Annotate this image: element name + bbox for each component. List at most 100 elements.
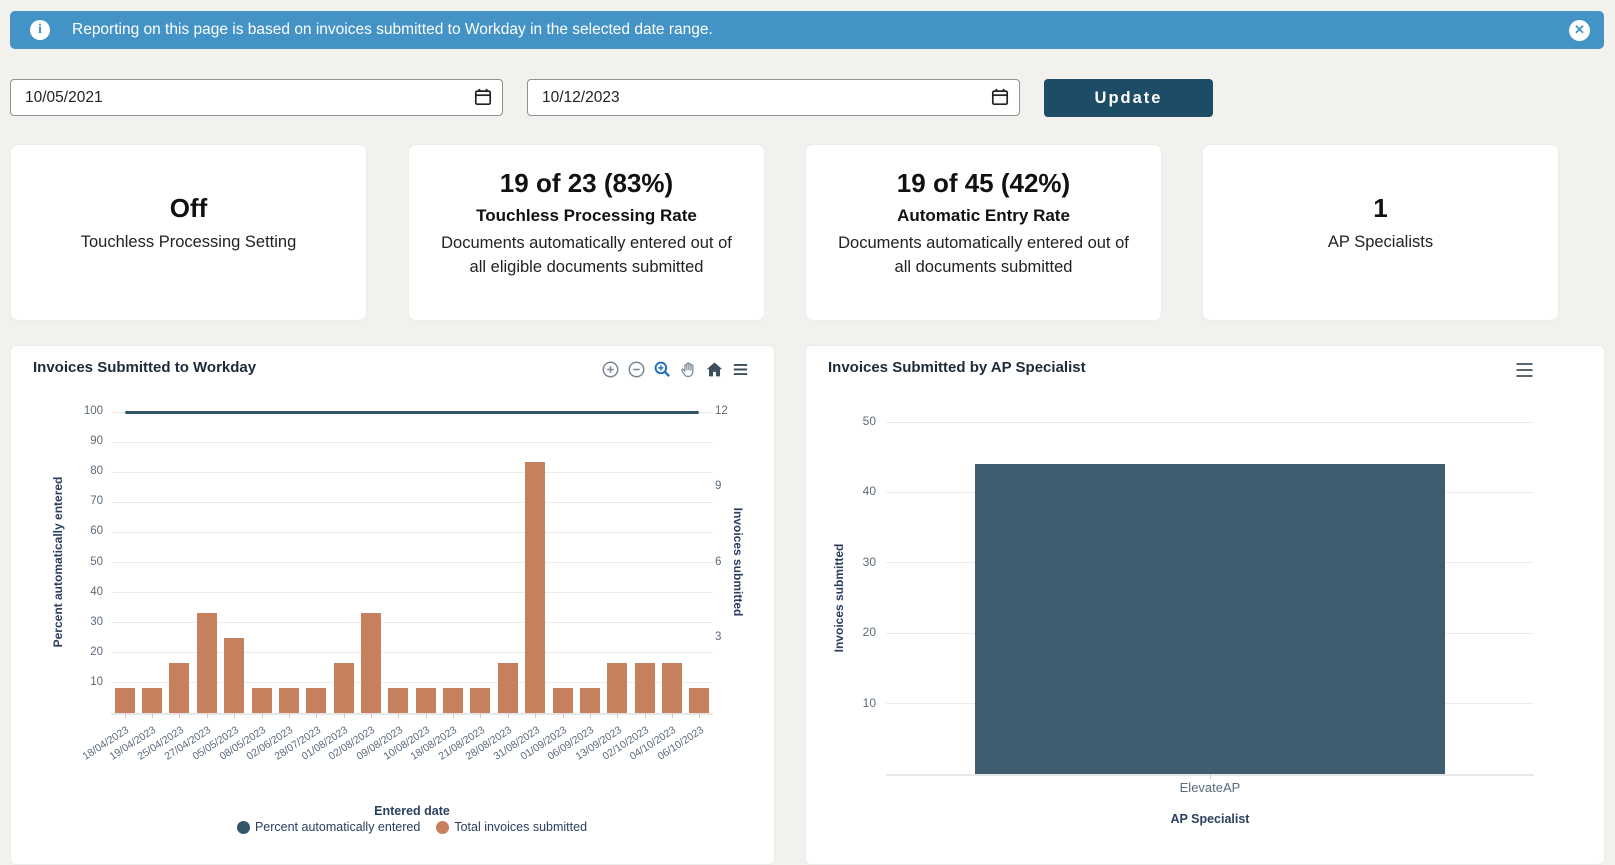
ap-plot[interactable]	[886, 421, 1534, 779]
end-date-input[interactable]	[527, 79, 1020, 116]
x-tick-mark	[699, 713, 701, 718]
invoice-bar[interactable]	[388, 687, 409, 713]
update-button[interactable]: Update	[1044, 79, 1213, 117]
category-label: ElevateAP	[1179, 780, 1241, 795]
x-tick-mark	[507, 713, 509, 718]
x-tick-mark	[480, 713, 482, 718]
gridline	[886, 421, 1534, 423]
stat-value: 19 of 45 (42%)	[896, 168, 1071, 199]
stat-value: 19 of 23 (83%)	[499, 168, 674, 199]
calendar-icon[interactable]	[991, 88, 1009, 106]
invoices-submitted-chart-card: Invoices Submitted to Workday Percent au…	[10, 345, 775, 865]
invoice-bar[interactable]	[251, 687, 272, 713]
x-tick-mark	[425, 713, 427, 718]
gridline	[111, 501, 713, 503]
right-axis-ticks: 3 6 9 12	[715, 346, 745, 746]
invoice-bar[interactable]	[661, 662, 682, 713]
x-tick-mark	[124, 713, 126, 718]
x-tick-mark	[288, 713, 290, 718]
specialist-bar[interactable]	[975, 464, 1445, 774]
y-axis-ticks: 10 20 30 40 50	[848, 346, 876, 796]
end-date-field-wrap	[527, 79, 1020, 116]
y-tick-label: 20	[862, 625, 876, 640]
invoice-bar[interactable]	[470, 687, 491, 713]
y-axis-title: Invoices submitted	[832, 543, 846, 653]
stat-subtitle: Automatic Entry Rate	[897, 206, 1070, 226]
invoice-bar[interactable]	[224, 637, 245, 713]
y-tick-label: 80	[90, 465, 103, 478]
x-tick-mark	[1210, 774, 1211, 779]
invoice-bar[interactable]	[415, 687, 436, 713]
x-axis-labels: 18/04/2023 19/04/2023 25/04/2023 27/04/2023…	[81, 719, 713, 779]
y-tick-label: 10	[862, 695, 876, 710]
zoom-area-icon[interactable]	[653, 360, 672, 379]
start-date-input[interactable]	[10, 79, 503, 116]
y-tick-label: 40	[862, 484, 876, 499]
invoice-bar[interactable]	[278, 687, 299, 713]
y-tick-label: 60	[90, 525, 103, 538]
invoice-bar[interactable]	[114, 687, 135, 713]
stat-card-auto-entry-rate: 19 of 45 (42%) Automatic Entry Rate Docu…	[805, 144, 1162, 321]
stat-card-touchless-rate: 19 of 23 (83%) Touchless Processing Rate…	[408, 144, 765, 321]
invoice-bar[interactable]	[634, 662, 655, 713]
legend-label: Percent automatically entered	[254, 820, 421, 834]
legend-dot-line	[236, 820, 250, 834]
x-tick-mark	[398, 713, 400, 718]
invoice-bar[interactable]	[579, 687, 600, 713]
invoice-bar[interactable]	[196, 612, 217, 713]
invoice-bar[interactable]	[360, 612, 381, 713]
invoice-bar[interactable]	[607, 662, 628, 713]
invoice-bar[interactable]	[169, 662, 190, 713]
stat-card-touchless-setting: Off Touchless Processing Setting	[10, 144, 367, 321]
pan-hand-icon[interactable]	[679, 360, 698, 379]
y-tick-label: 50	[862, 414, 876, 428]
invoice-bar[interactable]	[306, 687, 327, 713]
invoice-bar[interactable]	[142, 687, 163, 713]
legend-item-percent[interactable]: Percent automatically entered	[236, 820, 421, 834]
banner-message: Reporting on this page is based on invoi…	[72, 21, 713, 38]
percent-line[interactable]	[124, 410, 700, 414]
x-tick-mark	[617, 713, 619, 718]
x-tick-mark	[234, 713, 236, 718]
y-tick-label: 70	[90, 495, 103, 508]
x-axis-title: Entered date	[374, 804, 450, 818]
x-tick-mark	[206, 713, 208, 718]
invoice-bar[interactable]	[497, 662, 518, 713]
invoice-bar[interactable]	[443, 687, 464, 713]
legend-item-total[interactable]: Total invoices submitted	[436, 820, 587, 834]
x-tick-mark	[343, 713, 345, 718]
x-tick-mark	[179, 713, 181, 718]
gridline	[111, 471, 713, 473]
invoice-bar[interactable]	[525, 462, 546, 713]
info-icon: i	[30, 20, 50, 40]
chart-legend: Percent automatically entered Total invo…	[111, 820, 713, 834]
stat-card-ap-specialists: 1 AP Specialists	[1202, 144, 1559, 321]
calendar-icon[interactable]	[474, 88, 492, 106]
y-tick-label: 6	[715, 555, 722, 568]
gridline	[111, 592, 713, 594]
zoom-out-icon[interactable]	[627, 360, 646, 379]
gridline	[111, 441, 713, 443]
menu-icon[interactable]	[1514, 361, 1535, 379]
y-tick-label: 3	[715, 630, 722, 643]
stat-value: Off	[169, 192, 208, 223]
y-tick-label: 90	[90, 435, 103, 448]
gridline	[111, 531, 713, 533]
stat-label: Touchless Processing Setting	[80, 232, 297, 251]
x-tick-mark	[644, 713, 646, 718]
x-tick-mark	[316, 713, 318, 718]
combo-plot[interactable]	[111, 410, 713, 718]
y-tick-label: 30	[862, 554, 876, 569]
invoice-bar[interactable]	[552, 687, 573, 713]
close-icon[interactable]: ✕	[1569, 19, 1590, 41]
start-date-field-wrap	[10, 79, 503, 116]
invoice-bar[interactable]	[689, 687, 710, 713]
x-tick-mark	[535, 713, 537, 718]
x-tick-mark	[562, 713, 564, 718]
y-tick-label: 100	[83, 405, 103, 417]
y-tick-label: 20	[90, 645, 103, 658]
invoices-by-specialist-chart-card: Invoices Submitted by AP Specialist Invo…	[805, 345, 1605, 865]
stat-subtitle: Touchless Processing Rate	[476, 206, 697, 226]
zoom-in-icon[interactable]	[601, 360, 620, 379]
invoice-bar[interactable]	[333, 662, 354, 713]
